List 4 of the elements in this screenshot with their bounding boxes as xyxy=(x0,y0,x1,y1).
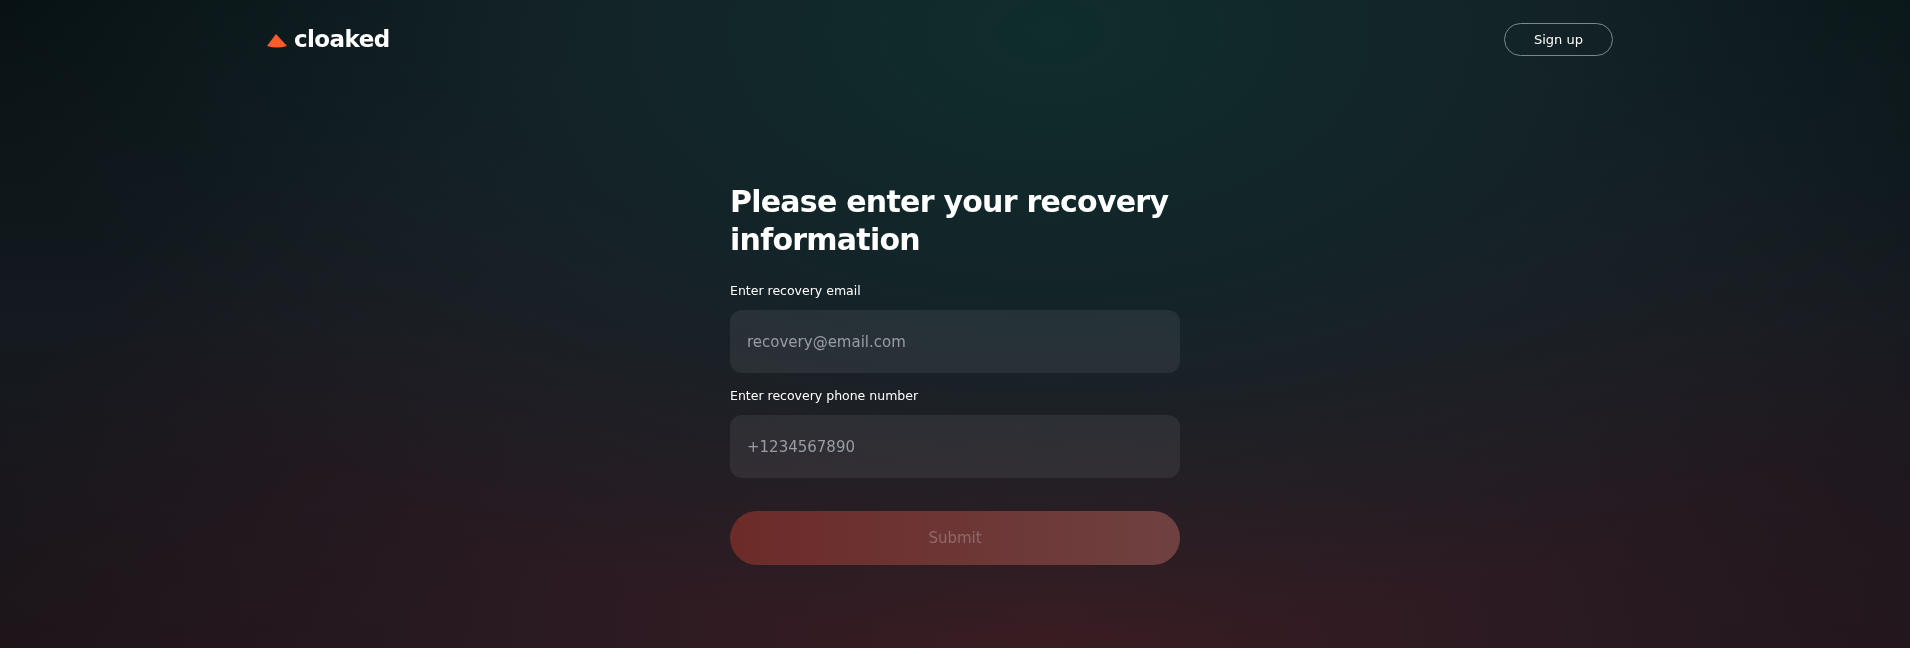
page-title: Please enter your recovery information xyxy=(730,183,1170,259)
logo: cloaked xyxy=(294,28,390,51)
field-label: Enter recovery phone number xyxy=(730,388,920,404)
field-label: Enter recovery email xyxy=(730,283,862,299)
